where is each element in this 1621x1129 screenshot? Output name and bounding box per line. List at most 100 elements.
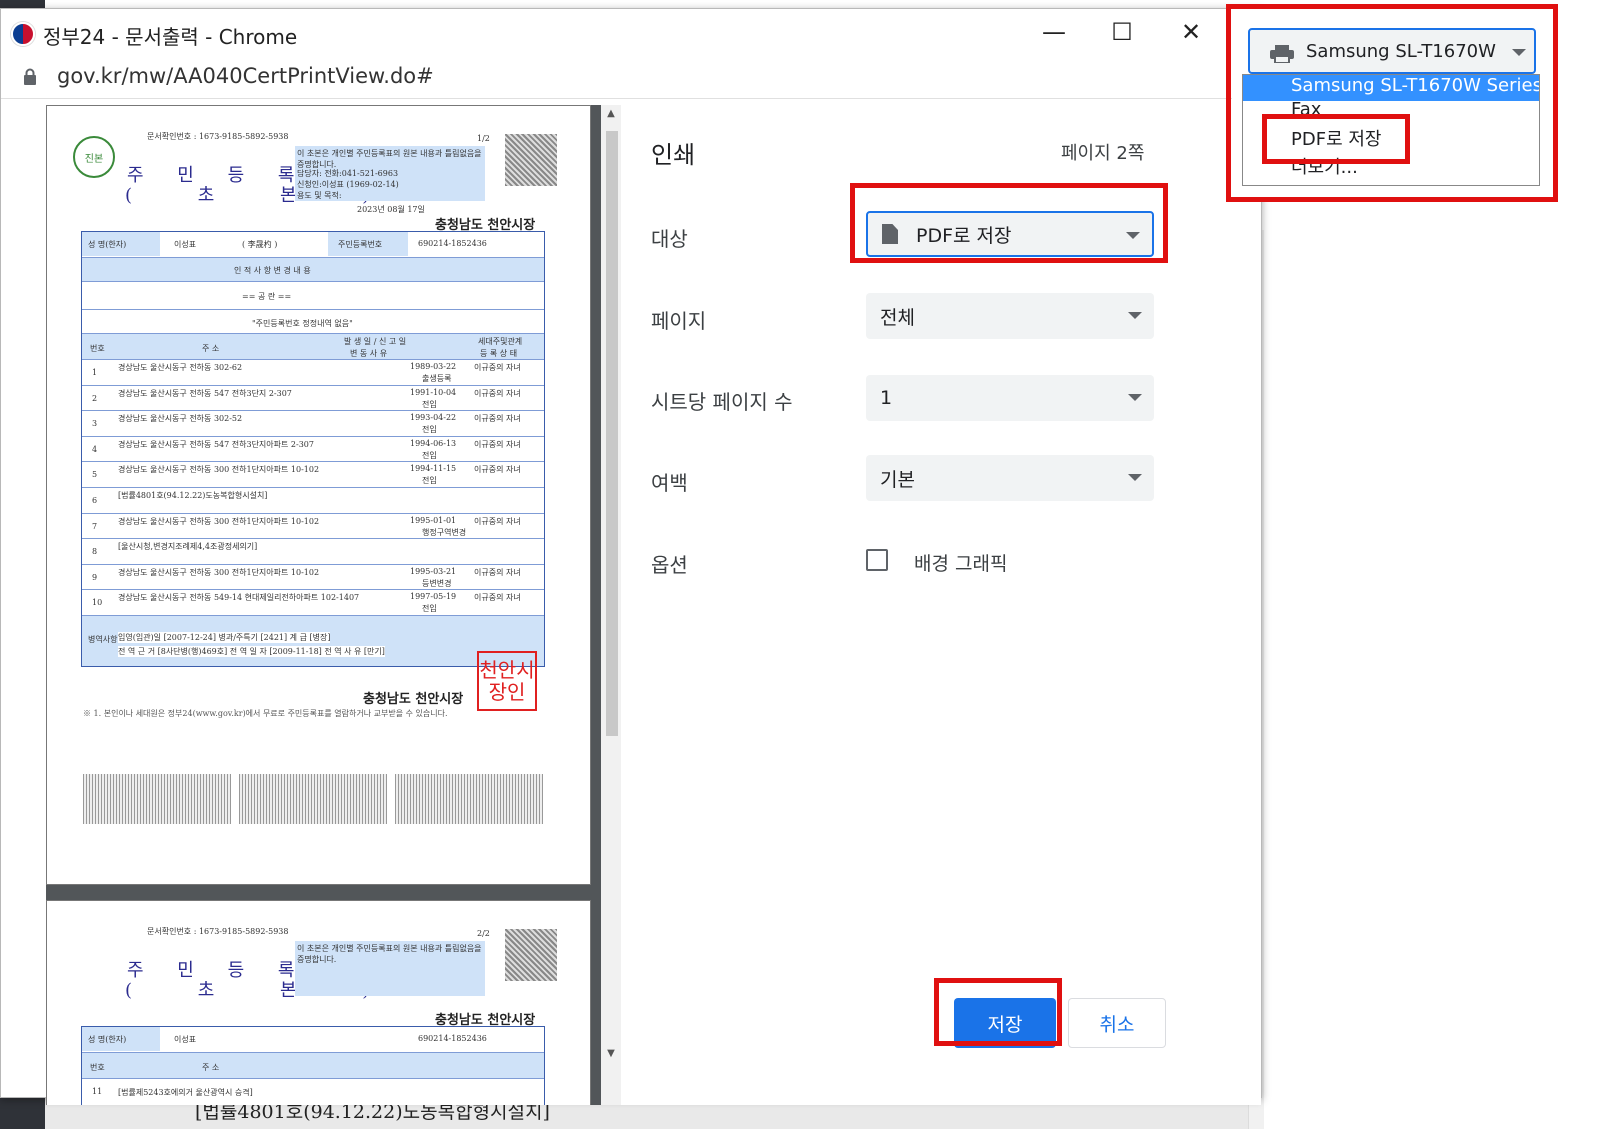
- print-heading: 인쇄: [651, 141, 696, 169]
- military-line-1: 입영(임관)일 [2007-12-24] 병과/주특기 [2421] 계 급 […: [118, 632, 331, 643]
- barcode-image: [395, 774, 543, 824]
- row-number: 9: [92, 572, 98, 582]
- table-row: "주민등록번호 정정내역 없음": [82, 309, 544, 333]
- issuer-name-footer: 충청남도 천안시장: [363, 692, 464, 707]
- destination-dropdown-inset: Samsung SL-T1670W Samsung SL-T1670W Seri…: [1232, 8, 1552, 198]
- preview-page-1: 문서확인번호 : 1673-9185-5892-5938 1/2 진본 주 민 …: [46, 105, 591, 885]
- row-address: [울산시청,변경지조례제4,4조광정세의기]: [118, 542, 258, 552]
- name-value: 이성표: [174, 240, 197, 249]
- notice-text: 이 초본은 개인별 주민등록표의 원본 내용과 틀림없음을 증명합니다.: [297, 944, 482, 964]
- table-row: 성 명(한자) 이성표 ( 李晟杓 ) 주민등록번호 690214-185243…: [82, 232, 544, 257]
- close-button[interactable]: ✕: [1168, 17, 1214, 47]
- table-row: 8 [울산시청,변경지조례제4,4조광정세의기]: [82, 538, 544, 564]
- printer-select-value: Samsung SL-T1670W: [1306, 41, 1496, 62]
- cancel-button[interactable]: 취소: [1068, 998, 1166, 1048]
- pages-per-sheet-select[interactable]: 1: [866, 375, 1154, 421]
- certified-seal-icon: 진본: [73, 136, 115, 178]
- row-date: 1991-10-04: [410, 387, 457, 397]
- file-icon: [882, 224, 898, 244]
- col-date: 발 생 일 / 신 고 일: [344, 337, 407, 346]
- row-address: [법률4801호(94.12.22)도농복합형시설치]: [118, 491, 268, 500]
- table-header-row: 번호 주 소: [82, 1052, 544, 1078]
- col-address: 주 소: [202, 1063, 220, 1072]
- contact-text: 담당자: 전화:041-521-6963: [297, 169, 399, 178]
- row-number: 8: [92, 547, 98, 557]
- maximize-button[interactable]: ☐: [1099, 17, 1145, 47]
- background-graphics-label[interactable]: 배경 그래픽: [914, 549, 1007, 576]
- row-number: 10: [92, 598, 103, 608]
- row-reason: 전입: [422, 399, 437, 409]
- printer-select[interactable]: Samsung SL-T1670W: [1248, 28, 1536, 74]
- row-date: 1995-01-01: [410, 515, 457, 525]
- table-row: 2 경상남도 울산시동구 전하동 547 전하3단지 2-307 1991-10-0…: [82, 384, 544, 411]
- notice-box: 이 초본은 개인별 주민등록표의 원본 내용과 틀림없음을 증명합니다. 담당자…: [295, 146, 485, 201]
- option-samsung-series[interactable]: Samsung SL-T1670W Series: [1243, 75, 1539, 101]
- minimize-button[interactable]: —: [1031, 17, 1077, 47]
- preview-scrollbar-thumb[interactable]: [606, 131, 618, 736]
- table-row: 1 경상남도 울산시동구 전하동 302-62 1989-03-22 출생등록 이규중의…: [82, 359, 544, 385]
- table-row: 4 경상남도 울산시동구 전하동 547 전하3단지아파트 2-307 1994-0…: [82, 435, 544, 462]
- scroll-down-arrow-icon[interactable]: ▼: [605, 1049, 617, 1059]
- issue-date: 2023년 08월 17일: [357, 205, 425, 214]
- official-stamp: 천안시장인: [477, 651, 537, 711]
- url-text[interactable]: gov.kr/mw/AA040CertPrintView.do#: [57, 64, 434, 88]
- row-number: 2: [92, 393, 98, 403]
- save-button[interactable]: 저장: [954, 998, 1056, 1048]
- row-date: 1997-05-19: [410, 592, 457, 602]
- row-date: 1994-11-15: [410, 464, 457, 474]
- gov24-logo-icon: [11, 22, 35, 46]
- row-relation: 이규중의 자녀: [474, 363, 521, 372]
- record-rows: 1 경상남도 울산시동구 전하동 302-62 1989-03-22 출생등록 이규중의…: [82, 359, 544, 617]
- no-change-text: "주민등록번호 정정내역 없음": [252, 319, 353, 328]
- rrn-value: 690214-1852436: [418, 1034, 487, 1043]
- row-relation: 이규중의 자녀: [474, 439, 521, 449]
- chevron-down-icon: [1512, 49, 1526, 56]
- col-status: 등 록 상 태: [480, 349, 518, 358]
- row-reason: 전입: [422, 604, 437, 614]
- background-graphics-checkbox[interactable]: [866, 549, 888, 571]
- chevron-down-icon: [1128, 474, 1142, 481]
- destination-select[interactable]: PDF로 저장: [866, 211, 1154, 257]
- pages-per-sheet-label: 시트당 페이지 수: [651, 390, 793, 414]
- printer-icon: [1270, 45, 1294, 63]
- pages-per-sheet-value: 1: [880, 387, 893, 409]
- row-address: 경상남도 울산시동구 전하동 549-14 현대제일리전하아파트 102-140…: [118, 593, 360, 603]
- confirm-number: 문서확인번호 : 1673-9185-5892-5938: [147, 927, 289, 936]
- scroll-up-arrow-icon[interactable]: ▲: [605, 109, 617, 119]
- chevron-down-icon: [1128, 394, 1142, 401]
- table-row: 5 경상남도 울산시동구 전하동 300 전하1단지아파트 10-102 1994-…: [82, 461, 544, 487]
- row-number: 7: [92, 521, 98, 531]
- row-number: 5: [92, 470, 98, 480]
- row-relation: 이규중의 자녀: [474, 516, 521, 526]
- pages-select[interactable]: 전체: [866, 293, 1154, 339]
- pages-label: 페이지: [651, 309, 707, 333]
- record-table: 성 명(한자) 이성표 ( 李晟杓 ) 주민등록번호 690214-185243…: [81, 231, 545, 667]
- col-relation: 세대주및관계: [478, 337, 523, 346]
- address-bar[interactable]: gov.kr/mw/AA040CertPrintView.do#: [1, 55, 1261, 99]
- notice-box: 이 초본은 개인별 주민등록표의 원본 내용과 틀림없음을 증명합니다.: [295, 941, 485, 996]
- option-save-as-pdf[interactable]: PDF로 저장: [1243, 125, 1539, 151]
- rrn-label: 주민등록번호: [328, 232, 408, 256]
- col-number: 번호: [90, 1063, 105, 1072]
- row-relation: 이규중의 자녀: [474, 388, 521, 398]
- row-reason: 출생등록: [422, 374, 452, 383]
- print-preview-pane[interactable]: 문서확인번호 : 1673-9185-5892-5938 1/2 진본 주 민 …: [46, 105, 621, 1105]
- chevron-down-icon: [1128, 312, 1142, 319]
- col-address: 주 소: [202, 344, 220, 353]
- barcode-image: [239, 774, 387, 824]
- name-value: 이성표: [174, 1035, 197, 1044]
- table-row: 10 경상남도 울산시동구 전하동 549-14 현대제일리전하아파트 102-1…: [82, 589, 544, 615]
- option-see-more[interactable]: 더보기...: [1243, 153, 1539, 179]
- table-row: 성 명(한자) 이성표 690214-1852436: [82, 1027, 544, 1052]
- military-row: 병역사항 입영(임관)일 [2007-12-24] 병과/주특기 [2421] …: [82, 615, 544, 666]
- destination-value: PDF로 저장: [916, 224, 1012, 247]
- row-relation: 이규중의 자녀: [474, 593, 521, 603]
- row-reason: 행정구역변경: [422, 527, 467, 537]
- margins-select[interactable]: 기본: [866, 455, 1154, 501]
- row-number: 11: [92, 1087, 103, 1096]
- row-date: 1993-04-22: [410, 413, 457, 423]
- option-fax[interactable]: Fax: [1243, 99, 1539, 117]
- row-relation: 이규중의 자녀: [474, 465, 521, 475]
- table-row: 인 적 사 항 변 경 내 용: [82, 257, 544, 281]
- col-reason: 변 동 사 유: [350, 349, 388, 358]
